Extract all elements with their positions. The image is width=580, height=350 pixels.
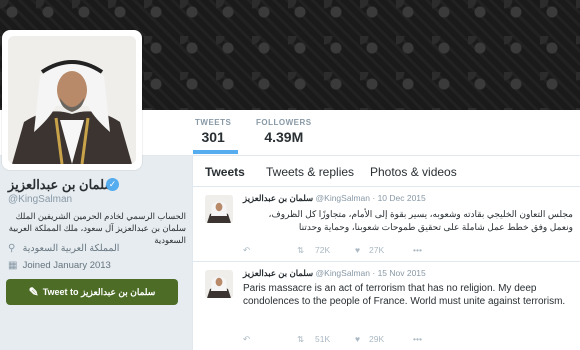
tweet-author-name[interactable]: سلمان بن عبدالعزيز xyxy=(243,193,313,203)
tab-tweets-and-replies[interactable]: Tweets & replies xyxy=(266,165,354,179)
like-count: 29K xyxy=(369,334,385,344)
tweet-item[interactable]: سلمان بن عبدالعزيز @KingSalman · 15 Nov … xyxy=(193,262,580,350)
tweets-stat-value: 301 xyxy=(201,129,225,145)
verified-badge-icon: ✓ xyxy=(106,178,119,191)
tweet-header: سلمان بن عبدالعزيز @KingSalman · 15 Nov … xyxy=(243,268,426,278)
reply-icon[interactable]: ↶ xyxy=(243,245,250,256)
tweets-stat[interactable]: TWEETS 301 xyxy=(195,118,231,145)
retweet-count: 51K xyxy=(315,334,331,344)
timeline: Tweets Tweets & replies Photos & videos … xyxy=(192,156,580,350)
join-date-text: Joined January 2013 xyxy=(22,260,111,271)
profile-avatar[interactable] xyxy=(2,30,142,170)
tweet-text: Paris massacre is an act of terrorism th… xyxy=(243,283,566,307)
like-count: 27K xyxy=(369,245,385,255)
retweet-count: 72K xyxy=(315,245,331,255)
calendar-icon: ▦ xyxy=(8,260,18,271)
retweet-icon[interactable]: ⇅ xyxy=(297,245,304,256)
profile-bio: الحساب الرسمي لخادم الحرمين الشريفين الم… xyxy=(8,211,186,245)
profile-location: ⚲ المملكة العربية السعودية xyxy=(8,243,119,254)
tweet-avatar[interactable] xyxy=(205,270,233,298)
profile-name[interactable]: سلمان بن عبدالعزيز xyxy=(8,177,115,193)
followers-stat[interactable]: FOLLOWERS 4.39M xyxy=(256,118,312,145)
tweet-author-handle[interactable]: @KingSalman xyxy=(316,193,370,203)
tweet-item[interactable]: سلمان بن عبدالعزيز @KingSalman · 10 Dec … xyxy=(193,187,580,262)
compose-icon: ✎ xyxy=(28,285,39,299)
active-stat-indicator xyxy=(193,150,238,154)
profile-join-date: ▦ Joined January 2013 xyxy=(8,260,111,271)
tweet-author-handle[interactable]: @KingSalman xyxy=(316,268,370,278)
location-pin-icon: ⚲ xyxy=(8,243,16,254)
tweet-header: سلمان بن عبدالعزيز @KingSalman · 10 Dec … xyxy=(243,193,426,203)
tweet-to-button[interactable]: ✎ Tweet to سلمان بن عبدالعزيز xyxy=(6,279,178,305)
tab-photos-and-videos[interactable]: Photos & videos xyxy=(370,165,457,179)
tweet-date[interactable]: 15 Nov 2015 xyxy=(378,268,426,278)
tweet-author-name[interactable]: سلمان بن عبدالعزيز xyxy=(243,268,313,278)
tweets-stat-label: TWEETS xyxy=(195,118,232,127)
avatar-image xyxy=(8,36,136,164)
location-text: المملكة العربية السعودية xyxy=(22,243,120,254)
tweet-date[interactable]: 10 Dec 2015 xyxy=(378,193,426,203)
reply-icon[interactable]: ↶ xyxy=(243,334,250,345)
more-options-icon[interactable]: ••• xyxy=(413,245,422,255)
followers-stat-value: 4.39M xyxy=(264,129,304,145)
tweet-actions: ↶ ⇅ 51K ♥ 29K ••• xyxy=(243,334,543,346)
tweet-to-label: Tweet to سلمان بن عبدالعزيز xyxy=(42,286,156,297)
tweet-avatar[interactable] xyxy=(205,195,233,223)
retweet-icon[interactable]: ⇅ xyxy=(297,334,304,345)
tweet-actions: ↶ ⇅ 72K ♥ 27K ••• xyxy=(243,245,543,257)
more-options-icon[interactable]: ••• xyxy=(413,334,422,344)
followers-stat-label: FOLLOWERS xyxy=(256,118,312,127)
tweet-text: مجلس التعاون الخليجي بقادته وشعوبه، يسير… xyxy=(268,209,573,232)
timeline-tabs: Tweets Tweets & replies Photos & videos xyxy=(193,156,580,187)
like-icon[interactable]: ♥ xyxy=(355,245,360,255)
like-icon[interactable]: ♥ xyxy=(355,334,360,344)
tab-tweets[interactable]: Tweets xyxy=(205,165,245,179)
profile-handle[interactable]: @KingSalman xyxy=(8,194,72,205)
